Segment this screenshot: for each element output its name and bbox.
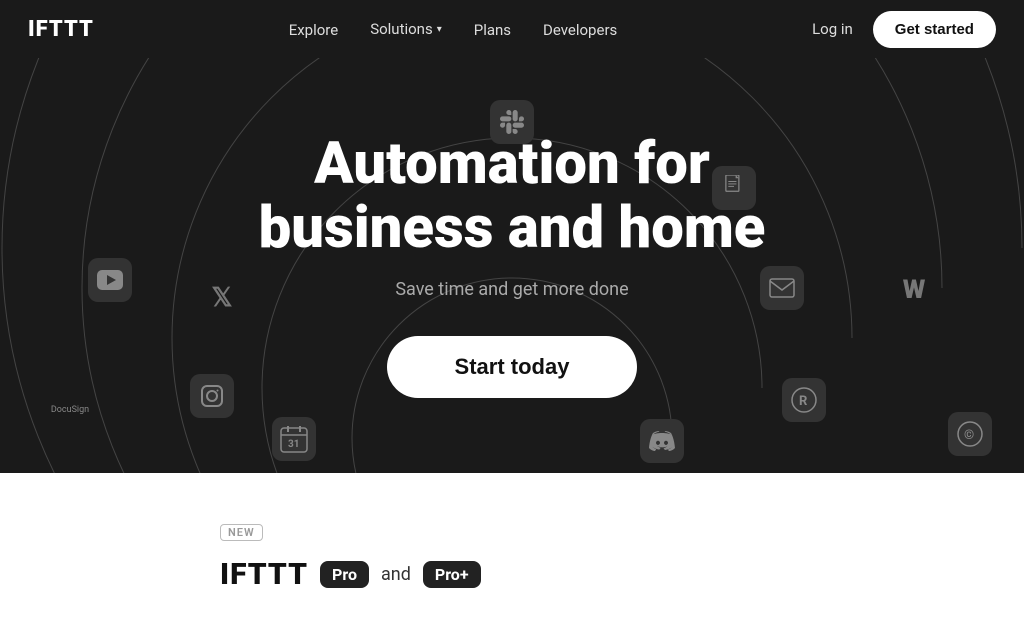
youtube-icon <box>88 258 132 302</box>
proplus-badge: Pro+ <box>423 561 481 588</box>
docusign-icon: DocuSign <box>48 388 92 432</box>
nav-link-solutions[interactable]: Solutions ▾ <box>370 20 442 38</box>
hero-section: 𝕏 DocuSign 31 W R © Automation for busin… <box>0 58 1024 473</box>
nav-item-developers[interactable]: Developers <box>543 20 617 39</box>
coinbase-icon: © <box>948 412 992 456</box>
pro-badge: Pro <box>320 561 369 588</box>
login-link[interactable]: Log in <box>812 20 853 38</box>
hero-subtitle: Save time and get more done <box>259 279 766 300</box>
slack-icon <box>490 100 534 144</box>
get-started-button[interactable]: Get started <box>873 11 996 48</box>
product-line: IFTTT Pro and Pro+ <box>220 557 804 592</box>
webflow-icon: W <box>892 268 936 312</box>
navbar: IFTTT Explore Solutions ▾ Plans Develope… <box>0 0 1024 58</box>
remind-icon: R <box>782 378 826 422</box>
calendar-icon: 31 <box>272 417 316 461</box>
product-logo: IFTTT <box>220 557 308 592</box>
svg-text:R: R <box>799 394 808 409</box>
lower-section: NEW IFTTT Pro and Pro+ <box>0 473 1024 621</box>
nav-links: Explore Solutions ▾ Plans Developers <box>289 20 618 39</box>
discord-icon <box>640 419 684 463</box>
hero-title: Automation for business and home <box>259 133 766 261</box>
logo[interactable]: IFTTT <box>28 17 94 42</box>
nav-item-solutions[interactable]: Solutions ▾ <box>370 20 442 38</box>
nav-link-explore[interactable]: Explore <box>289 21 339 39</box>
nav-link-developers[interactable]: Developers <box>543 21 617 39</box>
gmail-icon <box>760 266 804 310</box>
twitter-x-icon: 𝕏 <box>200 276 244 320</box>
nav-item-plans[interactable]: Plans <box>474 20 511 39</box>
svg-text:©: © <box>964 428 974 443</box>
chevron-down-icon: ▾ <box>437 24 442 35</box>
nav-cta: Log in Get started <box>812 11 996 48</box>
hero-content: Automation for business and home Save ti… <box>259 133 766 398</box>
and-text: and <box>381 564 411 585</box>
svg-text:31: 31 <box>288 439 299 450</box>
new-badge: NEW <box>220 524 263 541</box>
nav-link-plans[interactable]: Plans <box>474 21 511 39</box>
nav-item-explore[interactable]: Explore <box>289 20 339 39</box>
start-today-button[interactable]: Start today <box>387 336 638 398</box>
instagram-icon <box>190 374 234 418</box>
gdocs-icon <box>712 166 756 210</box>
